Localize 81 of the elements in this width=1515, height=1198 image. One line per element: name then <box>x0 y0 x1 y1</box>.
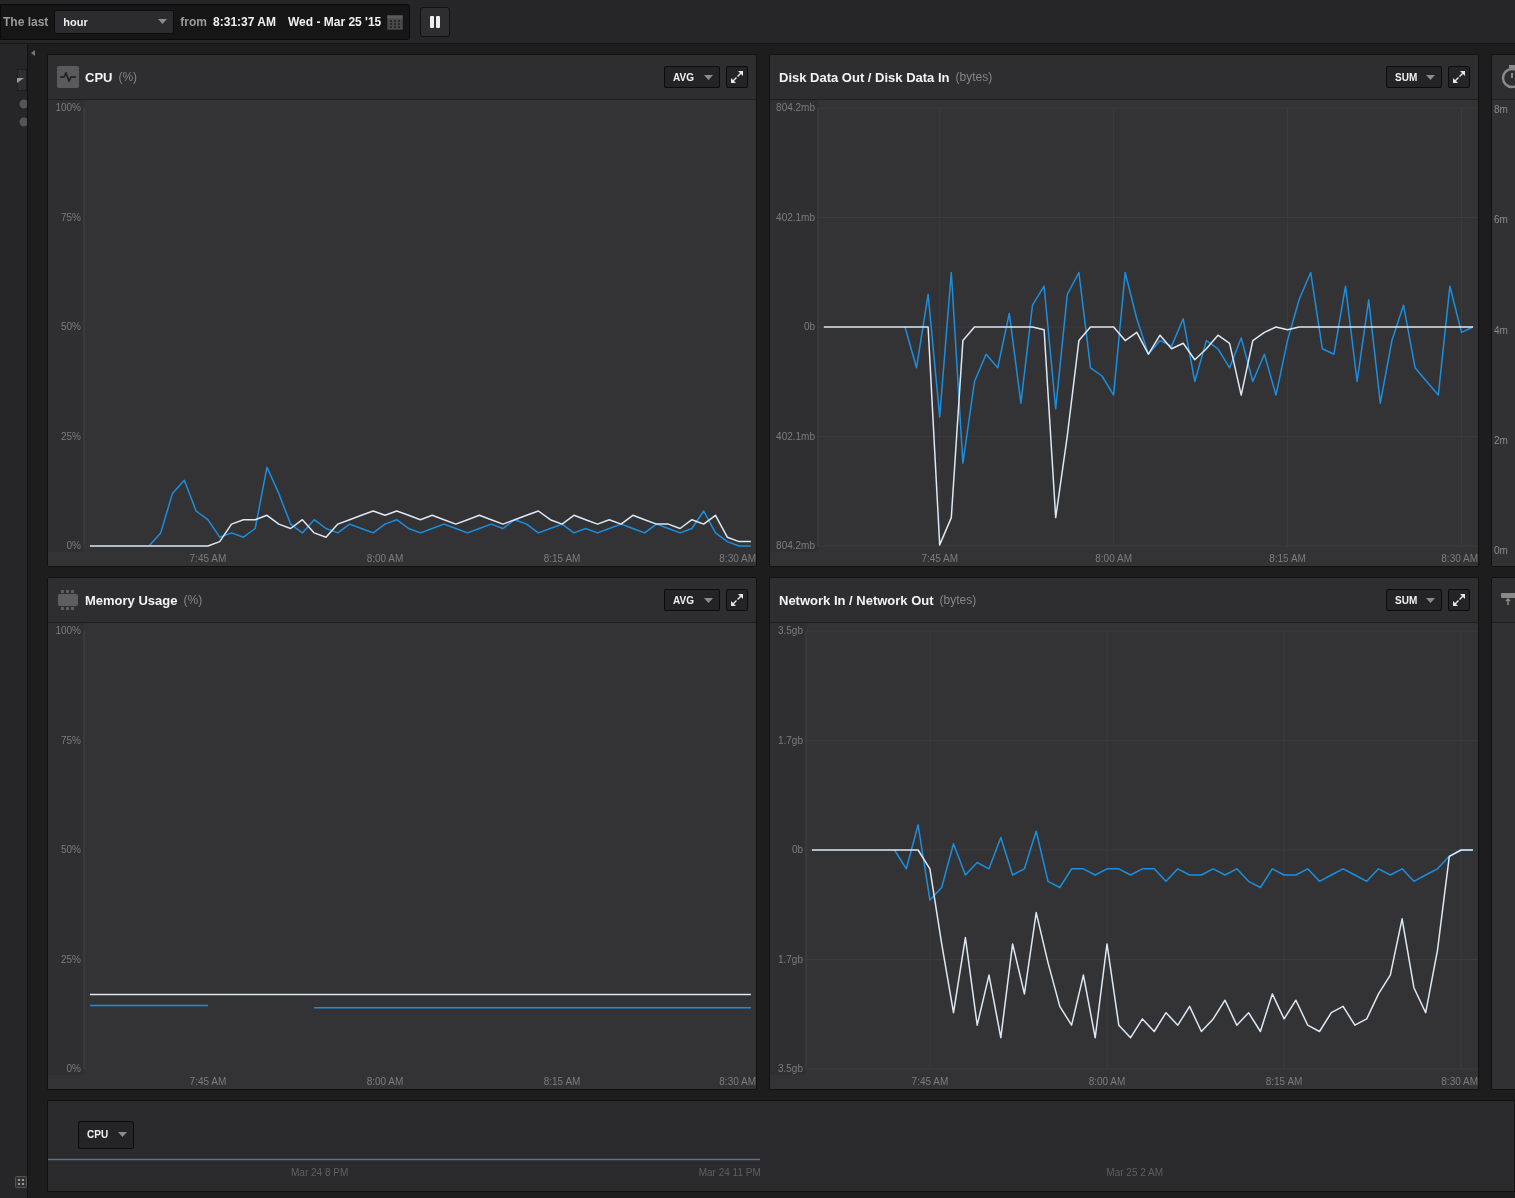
y-axis-label: 0% <box>66 1063 81 1074</box>
period-dropdown[interactable]: hour <box>54 9 175 34</box>
expand-icon <box>731 594 743 606</box>
aggregate-dropdown[interactable]: AVG <box>664 589 720 611</box>
grid-icon[interactable] <box>15 1176 27 1188</box>
time-text: 8:31:37 AM <box>213 14 276 29</box>
y-axis-label: 402.1mb <box>776 430 815 442</box>
unit-label: (bytes) <box>955 70 993 84</box>
y-axis-label: 804.2mb <box>776 540 815 551</box>
expand-button[interactable] <box>726 66 748 88</box>
y-axis-label: 0b <box>803 321 815 332</box>
y-axis-label: 100% <box>55 625 81 636</box>
caret-icon <box>1426 597 1435 603</box>
y-axis-label: 6m <box>1494 214 1509 226</box>
y-axis-label: 402.1mb <box>776 211 815 223</box>
metric-dropdown[interactable]: CPU <box>78 1120 134 1149</box>
caret-icon <box>704 597 713 603</box>
aggregate-dropdown[interactable]: SUM <box>1386 589 1442 611</box>
y-axis-label: 50% <box>61 844 81 855</box>
x-axis-label: 8:15 AM <box>1269 553 1306 564</box>
y-axis-label: 4m <box>1494 324 1509 336</box>
y-axis-label: 1.7gb <box>777 953 803 965</box>
unit-label: (bytes) <box>939 593 977 607</box>
y-axis-label: 1.7gb <box>777 734 803 746</box>
y-axis-label: 0% <box>66 540 81 551</box>
caret-icon <box>118 1132 127 1137</box>
x-axis-label: 8:15 AM <box>1265 1076 1303 1087</box>
expand-button[interactable] <box>726 589 748 611</box>
range-prefix: The last <box>3 14 49 29</box>
expand-button[interactable] <box>1448 589 1470 611</box>
y-axis-label: 75% <box>61 211 81 223</box>
date-text: Wed - Mar 25 '15 <box>287 14 382 29</box>
panel-title: Disk Data Out / Disk Data In <box>779 69 950 85</box>
memory-chip-icon <box>57 589 79 611</box>
panel-title: Network In / Network Out <box>779 592 934 608</box>
caret-icon <box>1426 74 1435 80</box>
x-axis-label: 8:15 AM <box>543 1076 581 1087</box>
x-axis-label: 8:30 AM <box>1441 1076 1478 1087</box>
pulse-icon <box>57 66 79 88</box>
x-axis-label: 7:45 AM <box>189 1076 227 1087</box>
unit-label: (%) <box>183 593 203 607</box>
expand-button[interactable] <box>1448 66 1470 88</box>
unit-label: (%) <box>118 70 138 84</box>
y-axis-label: 25% <box>61 953 81 965</box>
y-axis-label: 2m <box>1494 434 1509 446</box>
x-axis-label: 8:00 AM <box>366 1076 404 1087</box>
y-axis-label: 75% <box>61 734 81 746</box>
y-axis-label: 3.5gb <box>777 1063 803 1074</box>
y-axis-label: 804.2mb <box>776 102 815 113</box>
y-axis-label: 3.5gb <box>777 625 803 636</box>
y-axis-label: 0m <box>1494 545 1509 556</box>
aggregate-dropdown[interactable]: SUM <box>1386 66 1442 88</box>
x-axis-label: 8:00 AM <box>1088 1076 1126 1087</box>
pause-button[interactable] <box>420 6 451 37</box>
panel-title: CPU <box>85 69 113 85</box>
x-axis-label: 8:15 AM <box>543 553 581 564</box>
x-axis-label: 8:30 AM <box>1441 553 1478 564</box>
x-axis-label: 8:30 AM <box>719 1076 756 1087</box>
x-axis-label: 8:30 AM <box>719 553 756 564</box>
caret-icon <box>704 74 713 80</box>
expand-icon <box>1453 594 1465 606</box>
caret-icon <box>158 19 168 24</box>
expand-icon <box>731 71 743 83</box>
x-axis-label: 7:45 AM <box>189 553 227 564</box>
x-axis-label: 7:45 AM <box>911 1076 949 1087</box>
y-axis-label: 100% <box>55 102 81 113</box>
y-axis-label: 8m <box>1494 104 1509 115</box>
y-axis-label: 25% <box>61 430 81 442</box>
expand-icon <box>1453 71 1465 83</box>
calendar-icon[interactable] <box>387 13 404 30</box>
y-axis-label: 50% <box>61 321 81 332</box>
caret-icon[interactable] <box>17 69 27 91</box>
from-label: from <box>180 14 208 29</box>
x-axis-label: 8:00 AM <box>366 553 404 564</box>
pause-icon <box>429 15 442 28</box>
aggregate-dropdown[interactable]: AVG <box>664 66 720 88</box>
panel-title: Memory Usage <box>85 592 178 608</box>
collapse-arrow-icon[interactable] <box>31 50 35 56</box>
x-axis-label: 7:45 AM <box>921 553 959 564</box>
x-axis-label: 8:00 AM <box>1095 553 1132 564</box>
y-axis-label: 0b <box>791 844 803 855</box>
